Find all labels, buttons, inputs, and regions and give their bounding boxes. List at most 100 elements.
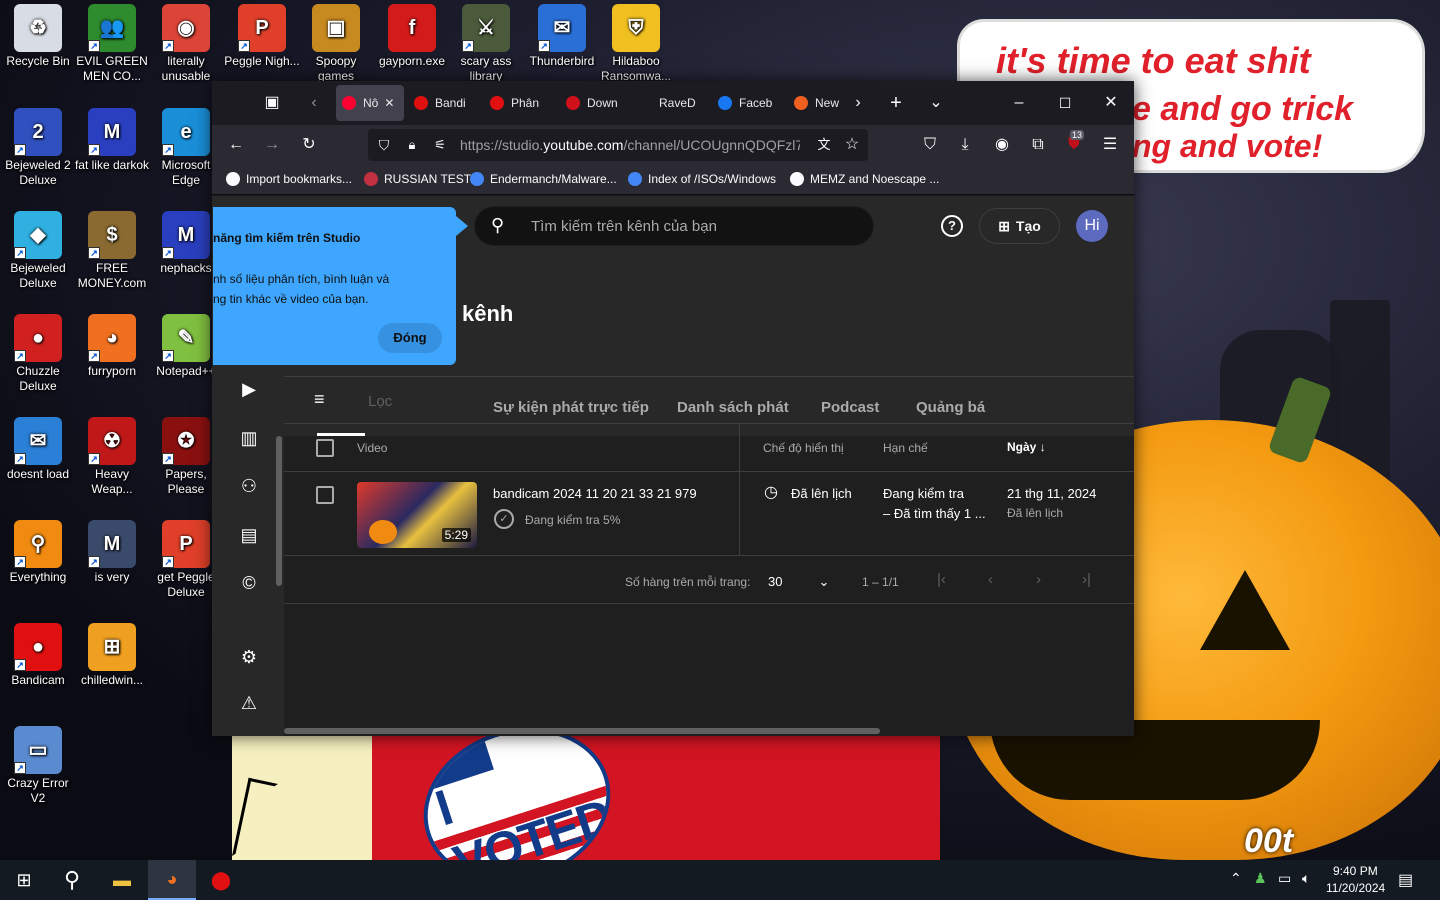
desktop-icon[interactable]: ● ↗ Bandicam [0,623,76,688]
tab-scroll-left-icon[interactable]: ‹ [302,91,326,115]
popup-close-button[interactable]: Đóng [378,323,442,353]
desktop-icon[interactable]: ☢ ↗ Heavy Weap... [74,417,150,497]
desktop-icon[interactable]: ◉ ↗ literally unusable [148,4,224,84]
visibility-value[interactable]: Đã lên lịch [791,486,852,501]
lock-icon[interactable]: 🔒︎ [400,133,424,157]
file-explorer-icon[interactable]: ▬ [98,860,146,900]
settings-gear-icon[interactable]: ⚙ [238,646,260,668]
sidebar-scrollbar[interactable] [276,436,282,586]
account-icon[interactable]: ◉ [990,133,1014,157]
browser-tab[interactable]: Bandi [414,85,484,121]
desktop-icon[interactable]: ✉ ↗ doesnt load [0,417,76,482]
select-all-checkbox[interactable] [316,439,334,457]
video-thumbnail[interactable]: 5:29 [357,482,477,548]
desktop-icon[interactable]: ⚲ ↗ Everything [0,520,76,585]
network-icon[interactable]: ▭ [1278,870,1291,887]
desktop-icon[interactable]: ▣ Spoopy games [298,4,374,84]
desktop-icon[interactable]: P ↗ Peggle Nigh... [224,4,300,69]
close-window-icon[interactable]: ✕ [1099,91,1123,115]
restriction-line2[interactable]: – Đã tìm thấy 1 ... [883,506,986,521]
bookmark-item[interactable]: Index of /ISOs/Windows [628,172,776,186]
extensions-icon[interactable]: ⧉ [1026,133,1050,157]
rows-per-page-select[interactable]: 30 ⌄ [768,574,829,590]
bookmark-item[interactable]: Endermanch/Malware... [470,172,617,186]
minimize-icon[interactable]: – [1007,91,1031,115]
browser-tab[interactable]: Faceb [718,85,788,121]
content-icon[interactable]: ▶ [238,378,260,400]
list-all-tabs-icon[interactable]: ⌄ [924,91,948,115]
col-visibility[interactable]: Chế độ hiển thị [763,441,844,455]
downloads-icon[interactable]: ⤓ [953,133,977,157]
firefox-taskbar-icon[interactable]: ◕ [148,860,196,900]
maximize-icon[interactable]: ☐ [1053,91,1077,115]
video-title[interactable]: bandicam 2024 11 20 21 33 21 979 [493,486,697,501]
tracking-shield-icon[interactable]: ⛉ [372,133,396,157]
avatar[interactable]: Hi [1076,210,1108,242]
desktop-icon[interactable]: 2 ↗ Bejeweled 2 Deluxe [0,108,76,188]
desktop-icon[interactable]: ◕ ↗ furryporn [74,314,150,379]
browser-tab[interactable]: Phân [490,85,560,121]
table-row[interactable]: 5:29 bandicam 2024 11 20 21 33 21 979 ✓ … [284,472,1134,556]
menu-hamburger-icon[interactable]: ☰ [1098,133,1122,157]
new-tab-plus-icon[interactable]: + [884,91,908,115]
desktop-icon[interactable]: ⊞ chilledwin... [74,623,150,688]
subtitles-icon[interactable]: ▤ [238,524,260,546]
desktop-icon[interactable]: $ ↗ FREE MONEY.com [74,211,150,291]
feedback-icon[interactable]: ⚠ [238,692,260,714]
close-tab-icon[interactable]: ✕ [384,96,394,110]
browser-tab[interactable]: New [794,85,844,121]
desktop-icon[interactable]: ◆ ↗ Bejeweled Deluxe [0,211,76,291]
back-icon[interactable]: ← [224,133,248,157]
horizontal-scrollbar[interactable] [284,728,880,734]
analytics-icon[interactable]: ▥ [238,427,260,449]
volume-icon[interactable]: 🔈︎ [1302,870,1310,887]
tab-scroll-right-icon[interactable]: › [846,91,870,115]
url-bar[interactable]: ⛉ 🔒︎ ⚟ https://studio.youtube.com/channe… [368,129,868,161]
last-page-icon[interactable]: ›| [1082,571,1091,588]
row-checkbox[interactable] [316,486,334,504]
browser-tab[interactable]: RaveD [638,85,712,121]
desktop-icon[interactable]: ● ↗ Chuzzle Deluxe [0,314,76,394]
bookmark-item[interactable]: Import bookmarks... [226,172,352,186]
filter-input[interactable]: Lọc [368,393,392,410]
bandicam-taskbar-icon[interactable]: ⬤ [197,860,245,900]
tray-chevron-icon[interactable]: ⌃ [1230,870,1242,887]
channel-search-input[interactable]: ⚲ Tìm kiếm trên kênh của bạn [474,206,874,246]
desktop-icon[interactable]: 👥 ↗ EVIL GREEN MEN CO... [74,4,150,84]
tray-people-icon[interactable]: ♟ [1254,870,1267,887]
desktop-icon[interactable]: f gayporn.exe [374,4,450,69]
desktop-icon[interactable]: M ↗ fat like darkok [74,108,150,173]
reload-icon[interactable]: ↻ [297,133,321,157]
action-center-icon[interactable]: ▤ [1398,870,1413,890]
pocket-icon[interactable]: ⛉ [918,133,942,157]
first-page-icon[interactable]: |‹ [937,571,946,588]
desktop-icon[interactable]: ♻ Recycle Bin [0,4,76,69]
bookmark-item[interactable]: MEMZ and Noescape ... [790,172,939,186]
clock-date[interactable]: 11/20/2024 [1326,881,1385,895]
desktop-icon[interactable]: M ↗ is very [74,520,150,585]
next-page-icon[interactable]: › [1036,571,1041,588]
permissions-icon[interactable]: ⚟ [428,133,452,157]
restriction-line1[interactable]: Đang kiểm tra [883,486,964,501]
desktop-icon[interactable]: ⚔ ↗ scary ass library [448,4,524,84]
col-restrictions[interactable]: Hạn chế [883,441,928,455]
desktop-icon[interactable]: ⛨ Hildaboo Ransomwa... [598,4,674,84]
forward-icon[interactable]: → [260,133,284,157]
bookmark-star-icon[interactable]: ☆ [840,133,864,157]
community-icon[interactable]: ⚇ [238,475,260,497]
browser-tab[interactable]: Down [566,85,632,121]
col-date[interactable]: Ngày ↓ [1007,440,1046,454]
bookmark-item[interactable]: RUSSIAN TEST [364,172,471,186]
desktop-icon[interactable]: ✉ ↗ Thunderbird [524,4,600,69]
help-icon[interactable]: ? [941,215,963,237]
create-button[interactable]: ⊞ Tạo [979,208,1060,244]
prev-page-icon[interactable]: ‹ [988,571,993,588]
search-icon[interactable]: ⚲ [48,860,96,900]
tab-manager-icon[interactable]: ▣ [260,91,284,115]
clock-time[interactable]: 9:40 PM [1333,864,1378,878]
translate-icon[interactable]: 文 [812,133,836,157]
desktop-icon[interactable]: ▭ ↗ Crazy Error V2 [0,726,76,806]
filter-icon[interactable]: ≡ [314,389,325,410]
start-windows-icon[interactable]: ⊞ [0,860,48,900]
copyright-icon[interactable]: © [238,572,260,594]
